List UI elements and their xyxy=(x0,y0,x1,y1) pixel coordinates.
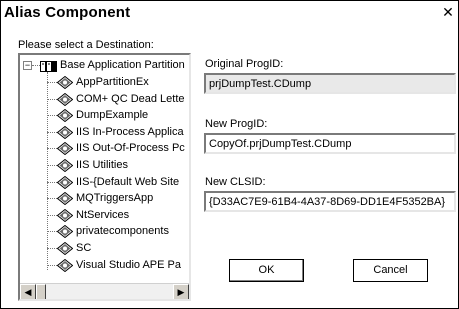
collapse-toggle-icon[interactable]: − xyxy=(23,61,32,70)
tree-item[interactable]: IIS Out-Of-Process Pc xyxy=(20,141,189,156)
alias-component-dialog: Alias Component ✕ Please select a Destin… xyxy=(0,0,459,309)
com-app-icon xyxy=(57,225,73,238)
folder-icon xyxy=(40,61,57,72)
com-app-icon xyxy=(57,159,73,172)
com-app-icon xyxy=(57,142,73,155)
tree-item[interactable]: AppPartitionEx xyxy=(20,75,189,90)
tree-item-label: DumpExample xyxy=(76,109,149,121)
tree-root-label: Base Application Partition xyxy=(60,59,185,71)
tree-item[interactable]: COM+ QC Dead Lette xyxy=(20,92,189,107)
com-app-icon xyxy=(57,242,73,255)
horizontal-scrollbar[interactable]: ◀ ▶ xyxy=(20,283,189,299)
com-app-icon xyxy=(57,93,73,106)
tree-viewport: − Base Application Partition AppPartitio… xyxy=(20,55,189,283)
close-icon[interactable]: ✕ xyxy=(440,5,456,19)
com-app-icon xyxy=(57,259,73,272)
new-progid-label: New ProgID: xyxy=(205,118,268,130)
com-app-icon xyxy=(57,126,73,139)
tree-item[interactable]: IIS Utilities xyxy=(20,158,189,173)
tree-item[interactable]: IIS-{Default Web Site xyxy=(20,175,189,190)
tree-item-label: MQTriggersApp xyxy=(76,192,154,204)
original-progid-field: prjDumpTest.CDump xyxy=(204,73,456,94)
tree-item[interactable]: SC xyxy=(20,241,189,256)
tree-item-label: NtServices xyxy=(76,209,130,221)
tree-item-label: AppPartitionEx xyxy=(76,76,149,88)
com-app-icon xyxy=(57,209,73,222)
tree-item-label: IIS Utilities xyxy=(76,159,128,171)
scroll-right-icon[interactable]: ▶ xyxy=(173,284,189,299)
com-app-icon xyxy=(57,76,73,89)
tree-item[interactable]: DumpExample xyxy=(20,108,189,123)
scroll-thumb[interactable] xyxy=(36,284,46,299)
title-bar[interactable]: Alias Component ✕ xyxy=(1,1,458,26)
destination-tree[interactable]: − Base Application Partition AppPartitio… xyxy=(18,53,191,301)
scroll-left-icon[interactable]: ◀ xyxy=(20,284,36,299)
tree-item[interactable]: Visual Studio APE Pa xyxy=(20,258,189,273)
tree-item[interactable]: NtServices xyxy=(20,208,189,223)
tree-item[interactable]: MQTriggersApp xyxy=(20,191,189,206)
new-clsid-input[interactable]: {D33AC7E9-61B4-4A37-8D69-DD1E4F5352BA} xyxy=(204,191,456,212)
original-progid-label: Original ProgID: xyxy=(205,58,284,70)
tree-item-label: COM+ QC Dead Lette xyxy=(76,93,185,105)
ok-button[interactable]: OK xyxy=(229,259,304,282)
tree-item-label: SC xyxy=(76,242,92,254)
destination-prompt: Please select a Destination: xyxy=(18,39,154,51)
tree-item[interactable]: privatecomponents xyxy=(20,224,189,239)
tree-item-label: Visual Studio APE Pa xyxy=(76,259,181,271)
com-app-icon xyxy=(57,176,73,189)
dialog-title: Alias Component xyxy=(4,4,131,21)
com-app-icon xyxy=(57,109,73,122)
tree-item-label: privatecomponents xyxy=(76,225,169,237)
new-progid-input[interactable]: CopyOf.prjDumpTest.CDump xyxy=(204,133,456,154)
new-clsid-label: New CLSID: xyxy=(205,176,266,188)
tree-item-label: IIS-{Default Web Site xyxy=(76,176,180,188)
tree-item[interactable]: IIS In-Process Applica xyxy=(20,125,189,140)
cancel-button[interactable]: Cancel xyxy=(353,259,428,282)
tree-item-label: IIS Out-Of-Process Pc xyxy=(76,142,185,154)
com-app-icon xyxy=(57,192,73,205)
tree-item-label: IIS In-Process Applica xyxy=(76,126,184,138)
tree-root-item[interactable]: − Base Application Partition xyxy=(20,58,189,73)
